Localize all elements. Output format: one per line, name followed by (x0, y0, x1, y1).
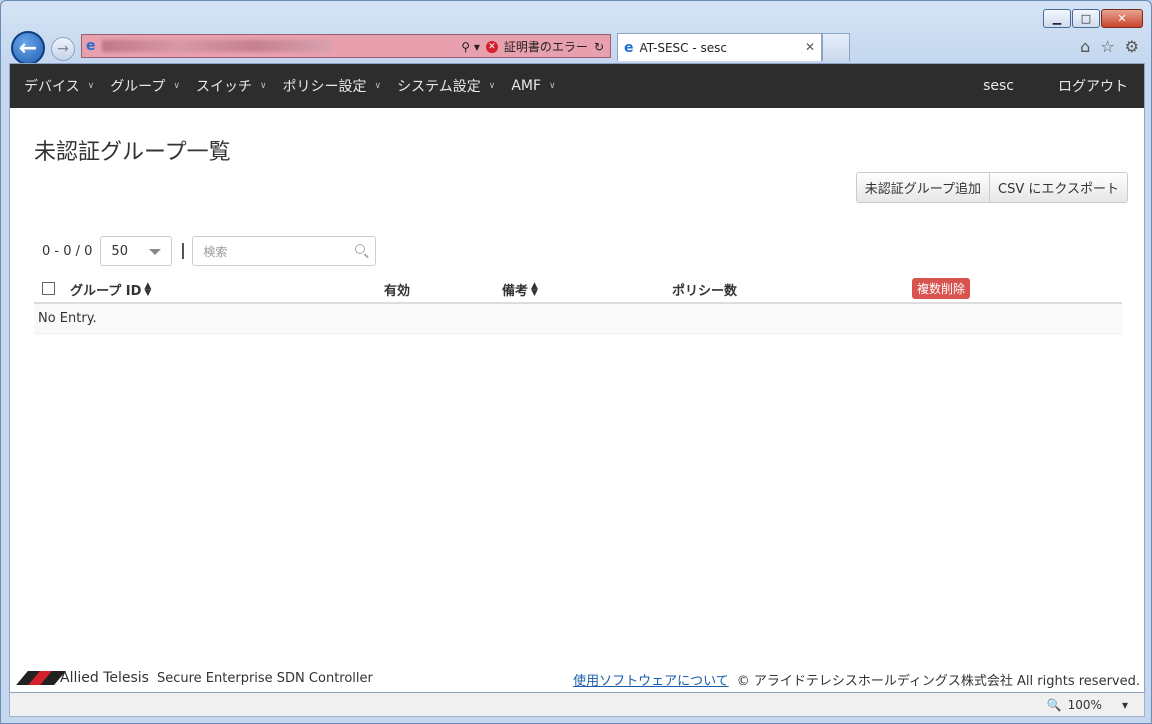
close-window-button[interactable]: ✕ (1101, 9, 1143, 28)
top-navbar: デバイス ∨ グループ ∨ スイッチ ∨ ポリシー設定 ∨ システム設定 ∨ AMF ∨ s… (10, 64, 1144, 108)
ie-icon: e (86, 38, 96, 54)
allied-telesis-logo-icon (16, 671, 66, 685)
nav-label: デバイス (24, 79, 80, 95)
nav-label: スイッチ (195, 79, 252, 95)
browser-tab-active[interactable]: e AT-SESC - sesc ✕ (617, 33, 822, 61)
col-label: 備考 (502, 284, 529, 299)
chevron-down-icon: ∨ (374, 81, 382, 91)
nav-label: システム設定 (397, 79, 481, 95)
col-group-id[interactable]: グループ ID ▲ ▼ (70, 280, 151, 299)
brand-name: Allied Telesis (60, 670, 149, 686)
sort-icon: ▲ ▼ (531, 280, 538, 298)
nav-user[interactable]: sesc (967, 64, 1042, 108)
page-title: 未認証グループ一覧 (34, 140, 231, 165)
nav-item-system[interactable]: システム設定 ∨ (389, 64, 503, 108)
nav-label: AMF (511, 78, 542, 94)
nav-item-amf[interactable]: AMF ∨ (503, 64, 563, 108)
window-controls: ▁ □ ✕ (1043, 9, 1143, 28)
col-enabled: 有効 (384, 280, 410, 299)
brand-logo: Allied Telesis (16, 670, 149, 686)
new-tab-button[interactable] (822, 33, 850, 61)
blurred-url (101, 40, 332, 52)
table-row: No Entry. (34, 304, 1122, 334)
tab-title: AT-SESC - sesc (639, 40, 727, 55)
group-table: グループ ID ▲ ▼ 有効 備考 ▲ ▼ ポリシー数 複数削除 No Entr… (34, 274, 1122, 334)
home-icon[interactable]: ⌂ (1080, 37, 1090, 56)
empty-text: No Entry. (38, 311, 97, 326)
chevron-down-icon: ∨ (87, 81, 95, 91)
col-policy-count: ポリシー数 (672, 280, 737, 299)
search-dropdown-icon[interactable]: ⚲ ▾ (461, 40, 480, 54)
product-name: Secure Enterprise SDN Controller (156, 670, 373, 686)
table-header: グループ ID ▲ ▼ 有効 備考 ▲ ▼ ポリシー数 複数削除 (34, 274, 1122, 304)
zoom-icon: 🔍 (1046, 697, 1062, 712)
page-footer: Allied Telesis Secure Enterprise SDN Con… (10, 664, 1144, 692)
nav-label: グループ (110, 79, 166, 95)
zoom-level[interactable]: 100% (1068, 698, 1102, 712)
software-info-link[interactable]: 使用ソフトウェアについて (573, 670, 729, 689)
search-icon (355, 244, 366, 254)
add-unauth-group-button[interactable]: 未認証グループ追加 (855, 172, 991, 203)
zoom-dropdown-icon[interactable]: ▾ (1122, 698, 1128, 712)
ie-icon: e (624, 39, 634, 56)
nav-item-switches[interactable]: スイッチ ∨ (188, 64, 275, 108)
col-label: 有効 (384, 284, 411, 299)
page-size-select[interactable]: 50 (100, 236, 173, 266)
address-bar[interactable]: e ⚲ ▾ ✕ 証明書のエラー ↻ (81, 34, 611, 58)
dropdown-arrow-icon (149, 249, 162, 255)
divider (182, 243, 185, 259)
col-label: グループ ID (70, 284, 142, 299)
nav-label: ポリシー設定 (282, 79, 367, 95)
copyright: © アライドテレシスホールディングス株式会社 All rights reserv… (736, 674, 1140, 689)
action-button-group: 未認証グループ追加 CSV にエクスポート (855, 172, 1128, 203)
chevron-down-icon: ∨ (173, 81, 180, 91)
chevron-down-icon: ∨ (549, 81, 556, 91)
status-bar: 🔍 100% ▾ (9, 693, 1145, 717)
browser-window: ▁ □ ✕ ← → e ⚲ ▾ ✕ 証明書のエラー ↻ e AT-SESC - … (0, 0, 1152, 724)
search-input[interactable]: 検索 (192, 236, 377, 266)
logout-link[interactable]: ログアウト (1042, 64, 1144, 108)
refresh-icon[interactable]: ↻ (594, 40, 604, 54)
settings-gear-icon[interactable]: ⚙ (1125, 37, 1139, 56)
sort-icon: ▲ ▼ (144, 280, 152, 298)
cert-error-icon: ✕ (485, 40, 498, 53)
list-controls: 0 - 0 / 0 50 検索 (34, 236, 377, 266)
forward-button[interactable]: → (51, 37, 75, 61)
select-all-checkbox[interactable] (42, 282, 55, 295)
back-button[interactable]: ← (11, 31, 45, 65)
search-placeholder: 検索 (203, 244, 228, 259)
maximize-button[interactable]: □ (1072, 9, 1100, 28)
browser-toolbar: ← → e ⚲ ▾ ✕ 証明書のエラー ↻ e AT-SESC - sesc ✕… (9, 31, 1145, 65)
tab-close-icon[interactable]: ✕ (805, 40, 815, 54)
col-label: ポリシー数 (672, 284, 738, 299)
nav-item-groups[interactable]: グループ ∨ (102, 64, 188, 108)
favorites-star-icon[interactable]: ☆ (1100, 37, 1114, 56)
nav-item-policy[interactable]: ポリシー設定 ∨ (275, 64, 390, 108)
nav-item-devices[interactable]: デバイス ∨ (16, 64, 102, 108)
chevron-down-icon: ∨ (488, 81, 496, 91)
page-viewport: デバイス ∨ グループ ∨ スイッチ ∨ ポリシー設定 ∨ システム設定 ∨ AMF ∨ s… (9, 63, 1145, 693)
chevron-down-icon: ∨ (259, 81, 267, 91)
csv-export-button[interactable]: CSV にエクスポート (990, 172, 1128, 203)
minimize-button[interactable]: ▁ (1043, 9, 1071, 28)
col-note[interactable]: 備考 ▲ ▼ (502, 280, 538, 299)
cert-error-label[interactable]: 証明書のエラー (504, 38, 588, 55)
bulk-delete-button[interactable]: 複数削除 (912, 278, 971, 299)
page-size-value: 50 (111, 243, 128, 259)
pagination-range: 0 - 0 / 0 (42, 243, 93, 259)
